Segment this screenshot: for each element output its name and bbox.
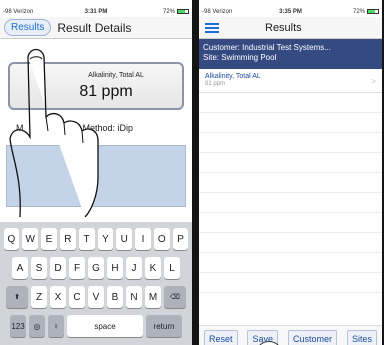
delete-key-icon[interactable]: ⌫ <box>164 286 186 308</box>
key-i[interactable]: I <box>135 228 151 250</box>
empty-row <box>199 173 382 193</box>
page-title: Results <box>265 21 302 34</box>
key-h[interactable]: H <box>107 257 123 279</box>
chevron-right-icon: > <box>371 77 376 86</box>
key-f[interactable]: F <box>69 257 85 279</box>
keyboard-row-2: ASDFGHJKL <box>2 257 190 279</box>
empty-row <box>199 253 382 273</box>
carrier-text: -98 Verizon <box>3 9 34 15</box>
key-c[interactable]: C <box>69 286 85 308</box>
key-x[interactable]: X <box>50 286 66 308</box>
battery-icon <box>177 8 189 14</box>
empty-row <box>199 113 382 133</box>
battery-percent: 72% <box>352 9 365 16</box>
key-j[interactable]: J <box>126 257 142 279</box>
status-bar: -98 Verizon 3:35 PM 72% <box>199 7 382 17</box>
nav-bar: Results Result Details <box>0 17 192 39</box>
key-w[interactable]: W <box>22 228 39 250</box>
result-card[interactable]: Alkalinity, Total AL 81 ppm <box>8 62 184 110</box>
empty-row <box>199 213 382 233</box>
status-bar: -98 Verizon 3:31 PM 72% <box>0 7 192 17</box>
onscreen-keyboard: QWERTYUIOP ASDFGHJKL ⬆ Z X C V B N M ⌫ 123 ◎ ♮ … <box>0 222 192 345</box>
results-screen: -98 Verizon 3:35 PM 72% Results Customer… <box>199 7 382 345</box>
result-value: 81 ppm <box>205 81 226 87</box>
sites-button[interactable]: Sites <box>346 330 377 345</box>
menu-icon[interactable] <box>205 22 219 33</box>
return-key[interactable]: return <box>146 315 182 337</box>
key-u[interactable]: U <box>116 228 133 250</box>
screen-divider <box>192 0 199 345</box>
clock-text: 3:31 PM <box>84 9 108 15</box>
key-l[interactable]: L <box>164 257 180 279</box>
result-details-screen: -98 Verizon 3:31 PM 72% Results Result D… <box>0 7 192 345</box>
back-button[interactable]: Results <box>4 19 52 36</box>
keyboard-row-4: 123 ◎ ♮ space return <box>2 315 190 337</box>
customer-name: Customer: Industrial Test Systems... <box>203 43 331 52</box>
battery-percent: 72% <box>162 9 175 16</box>
keyboard-row-1: QWERTYUIOP <box>2 228 190 250</box>
numbers-key[interactable]: 123 <box>10 315 26 337</box>
key-v[interactable]: V <box>88 286 104 308</box>
key-a[interactable]: A <box>12 257 28 279</box>
result-label: Alkalinity, Total AL <box>88 72 144 79</box>
bottom-toolbar: Reset Save Customer Sites <box>199 325 382 345</box>
empty-row <box>199 273 382 293</box>
battery-indicator: 72% <box>127 8 189 16</box>
empty-row <box>199 133 382 153</box>
list-item[interactable]: Alkalinity, Total AL 81 ppm > <box>199 69 382 93</box>
empty-row <box>199 93 382 113</box>
battery-icon <box>367 8 379 14</box>
key-r[interactable]: R <box>59 228 76 250</box>
key-z[interactable]: Z <box>31 286 47 308</box>
key-t[interactable]: T <box>78 228 95 250</box>
customer-button[interactable]: Customer <box>287 330 337 345</box>
globe-key-icon[interactable]: ◎ <box>29 315 45 337</box>
space-key[interactable]: space <box>67 315 143 337</box>
key-s[interactable]: S <box>31 257 47 279</box>
key-g[interactable]: G <box>88 257 104 279</box>
key-o[interactable]: O <box>153 228 170 250</box>
microphone-key-icon[interactable]: ♮ <box>48 315 64 337</box>
key-m[interactable]: M <box>145 286 161 308</box>
battery-indicator: 72% <box>320 8 379 16</box>
input-method-row: M Input Method: iDip <box>16 123 134 133</box>
reset-button[interactable]: Reset <box>203 330 238 345</box>
key-d[interactable]: D <box>50 257 66 279</box>
empty-row <box>199 153 382 173</box>
site-name: Site: Swimming Pool <box>203 53 277 62</box>
clock-text: 3:35 PM <box>279 9 302 15</box>
key-p[interactable]: P <box>172 228 189 250</box>
key-k[interactable]: K <box>145 257 161 279</box>
shift-key[interactable]: ⬆ <box>6 286 28 308</box>
key-y[interactable]: Y <box>97 228 114 250</box>
nav-bar: Results <box>199 17 382 39</box>
result-name: Alkalinity, Total AL <box>205 73 261 80</box>
customer-header[interactable]: Customer: Industrial Test Systems... Sit… <box>199 39 382 69</box>
key-b[interactable]: B <box>107 286 123 308</box>
key-q[interactable]: Q <box>3 228 20 250</box>
input-method-prefix: M <box>16 123 24 133</box>
key-n[interactable]: N <box>126 286 142 308</box>
empty-row <box>199 233 382 253</box>
input-method-text: Input Method: iDip <box>60 123 134 133</box>
key-e[interactable]: E <box>41 228 57 250</box>
page-title: Result Details <box>57 20 132 35</box>
result-value: 81 ppm <box>79 83 133 100</box>
notes-textarea[interactable] <box>6 145 186 207</box>
empty-row <box>199 193 382 213</box>
keyboard-row-3: ⬆ Z X C V B N M ⌫ <box>2 286 190 308</box>
stage: -98 Verizon 3:31 PM 72% Results Result D… <box>0 0 384 345</box>
carrier-text: -98 Verizon <box>202 9 233 15</box>
